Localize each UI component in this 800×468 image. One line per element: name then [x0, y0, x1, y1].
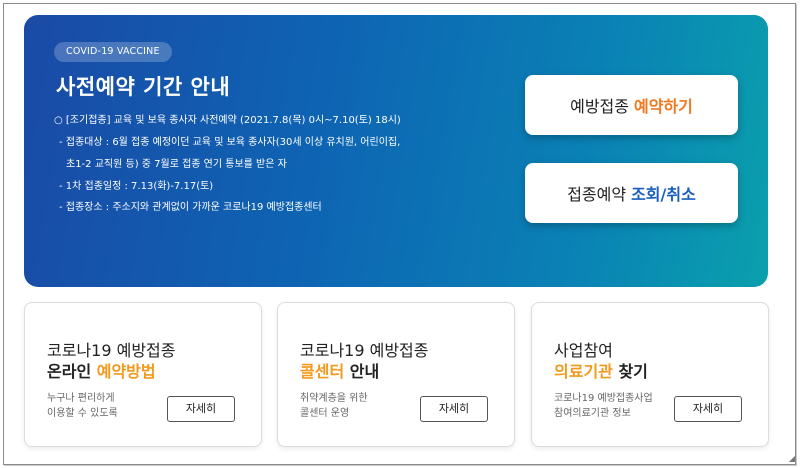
card-call-center: 코로나19 예방접종 콜센터 안내 취약계층을 위한 콜센터 운영 자세히	[277, 302, 515, 447]
card-description: 누구나 편리하게	[47, 393, 115, 404]
card-subtitle-accent: 콜센터	[300, 362, 345, 381]
reserve-button-prefix: 예방접종	[570, 97, 629, 116]
covid-vaccine-badge: COVID-19 VACCINE	[54, 42, 172, 62]
card-description: 이용할 수 있도록	[47, 408, 118, 419]
card-description: 콜센터 운영	[300, 408, 350, 419]
details-button[interactable]: 자세히	[674, 396, 742, 422]
card-description: 코로나19 예방접종사업	[554, 393, 653, 404]
reserve-vaccination-button[interactable]: 예방접종 예약하기	[525, 75, 738, 135]
card-subtitle-plain: 온라인	[47, 362, 97, 381]
card-subtitle: 온라인 예약방법	[47, 358, 156, 382]
details-button[interactable]: 자세히	[167, 396, 235, 422]
lookup-button-accent: 조회/취소	[631, 185, 696, 204]
reserve-button-accent: 예약하기	[634, 97, 693, 116]
card-subtitle: 의료기관 찾기	[554, 358, 648, 382]
info-line: - 1차 접종일정 : 7.13(화)-7.17(토)	[59, 181, 214, 192]
card-subtitle-accent: 의료기관	[554, 362, 613, 381]
card-online-reservation: 코로나19 예방접종 온라인 예약방법 누구나 편리하게 이용할 수 있도록 자…	[24, 302, 262, 447]
card-find-medical-institution: 사업참여 의료기관 찾기 코로나19 예방접종사업 참여의료기관 정보 자세히	[531, 302, 769, 447]
lookup-button-prefix: 접종예약	[567, 185, 627, 204]
lookup-cancel-reservation-button[interactable]: 접종예약 조회/취소	[525, 163, 738, 223]
card-description: 취약계층을 위한	[300, 393, 368, 404]
info-line: ○ [조기접종] 교육 및 보육 종사자 사전예약 (2021.7.8(목) 0…	[54, 115, 401, 126]
card-subtitle-accent: 예약방법	[96, 362, 156, 381]
card-subtitle: 콜센터 안내	[300, 358, 379, 382]
page-title: 사전예약 기간 안내	[56, 75, 231, 99]
info-line: 초1-2 교직원 등) 중 7월로 접종 연기 통보를 받은 자	[66, 159, 287, 170]
card-description: 참여의료기관 정보	[554, 408, 631, 419]
card-subtitle-tail: 안내	[344, 362, 380, 381]
details-button[interactable]: 자세히	[420, 396, 488, 422]
card-subtitle-tail: 찾기	[612, 362, 648, 381]
info-line: - 접종장소 : 주소지와 관계없이 가까운 코로나19 예방접종센터	[59, 202, 322, 213]
vaccine-reservation-banner: COVID-19 VACCINE 사전예약 기간 안내 ○ [조기접종] 교육 …	[24, 15, 768, 287]
resize-grip-icon[interactable]: ◢	[789, 454, 795, 463]
info-line: - 접종대상 : 6월 접종 예정이던 교육 및 보육 종사자(30세 이상 유…	[59, 137, 401, 148]
